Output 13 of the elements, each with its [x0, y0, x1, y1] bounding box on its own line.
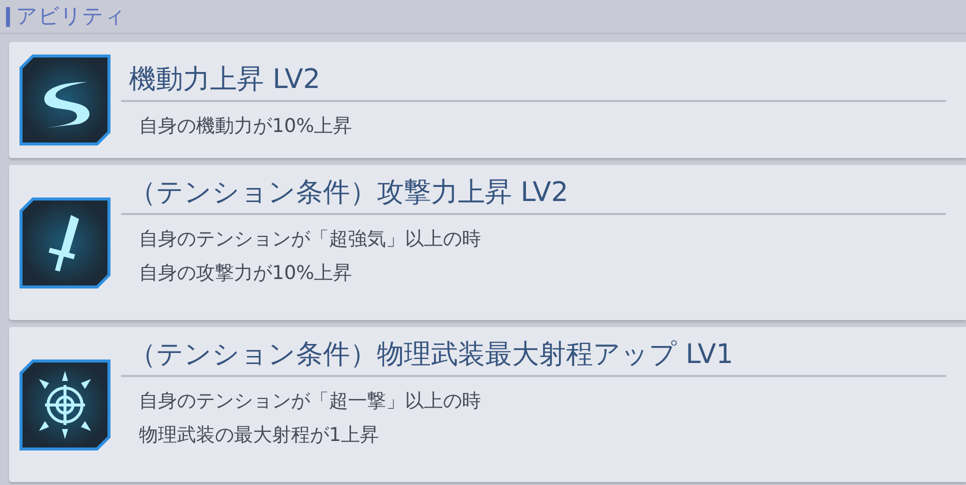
- sword-icon: [19, 196, 111, 288]
- ability-name: （テンション条件）攻撃力上昇 LV2: [121, 175, 946, 215]
- ability-description: 自身の攻撃力が10%上昇: [139, 261, 354, 285]
- crosshair-icon: [19, 358, 111, 450]
- ability-description: 自身の機動力が10%上昇: [139, 114, 354, 138]
- ability-name: （テンション条件）物理武装最大射程アップ LV1: [121, 337, 946, 377]
- ability-description: 物理武装の最大射程が1上昇: [139, 423, 380, 447]
- ability-description: 自身のテンションが「超強気」以上の時: [139, 227, 482, 251]
- section-title: アビリティ: [16, 6, 126, 27]
- heading-marker: [6, 6, 10, 26]
- ability-name: 機動力上昇 LV2: [121, 62, 946, 102]
- swoosh-icon: [19, 54, 111, 146]
- ability-description: 自身のテンションが「超一撃」以上の時: [139, 389, 482, 413]
